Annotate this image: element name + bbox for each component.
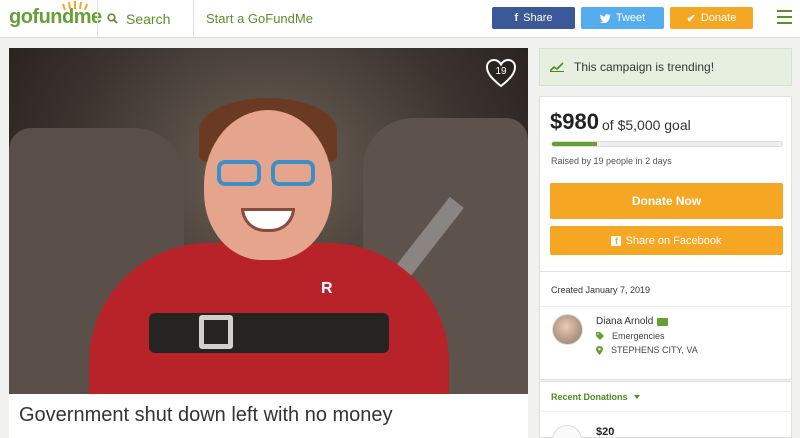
category-row: Emergencies	[596, 331, 665, 341]
location-text: STEPHENS CITY, VA	[611, 345, 698, 355]
top-navigation-bar: gofundme Search Start a GoFundMe f Share…	[0, 0, 800, 38]
donor-avatar	[552, 425, 582, 438]
divider	[540, 306, 793, 307]
campaign-title: Government shut down left with no money	[9, 394, 528, 438]
donate-now-button[interactable]: Donate Now	[550, 183, 783, 219]
share-on-facebook-button[interactable]: f Share on Facebook	[550, 226, 783, 255]
search-icon	[107, 13, 118, 24]
sun-rays-icon	[62, 1, 88, 10]
trending-chart-icon	[550, 62, 564, 72]
raised-by-text: Raised by 19 people in 2 days	[551, 156, 672, 166]
recent-donations-toggle[interactable]: Recent Donations	[551, 392, 640, 402]
donation-amount: $20	[596, 426, 615, 438]
caret-down-icon	[633, 395, 640, 399]
hamburger-menu-icon[interactable]	[777, 10, 792, 28]
glasses-right-lens	[271, 160, 315, 186]
share-label: Share	[523, 12, 553, 24]
trending-text: This campaign is trending!	[574, 60, 715, 74]
divider	[540, 411, 793, 412]
location-row: STEPHENS CITY, VA	[596, 345, 698, 355]
progress-bar	[551, 141, 783, 147]
amount-raised: $980	[550, 109, 599, 134]
facebook-icon: f	[611, 235, 622, 246]
contact-envelope-icon[interactable]	[657, 317, 669, 326]
recent-donations-label: Recent Donations	[551, 392, 628, 402]
share-facebook-label: Share on Facebook	[625, 234, 722, 247]
start-label: Start a GoFundMe	[206, 11, 313, 26]
checkmark-icon: ✔	[686, 12, 696, 25]
tweet-button[interactable]: Tweet	[581, 7, 664, 29]
twitter-bird-icon	[599, 13, 611, 23]
facebook-icon: f	[514, 12, 519, 24]
campaign-info-card: Created January 7, 2019 Diana Arnold Eme…	[539, 272, 793, 380]
progress-fill	[552, 142, 598, 146]
created-date: Created January 7, 2019	[551, 285, 651, 295]
category-link[interactable]: Emergencies	[612, 331, 665, 341]
tweet-label: Tweet	[615, 12, 646, 24]
shirt-logo: R	[321, 280, 333, 297]
donation-card: $980 of $5,000 goal Raised by 19 people …	[539, 96, 792, 272]
search-link[interactable]: Search	[97, 0, 170, 37]
recent-donations-card: Recent Donations $20	[539, 381, 793, 438]
favorite-heart-button[interactable]: 19	[485, 58, 517, 88]
organizer-avatar[interactable]	[552, 314, 583, 345]
facebook-share-button[interactable]: f Share	[492, 7, 575, 29]
search-label: Search	[126, 10, 171, 27]
location-pin-icon	[596, 345, 603, 355]
header-donate-button[interactable]: ✔ Donate	[670, 7, 753, 29]
goal-text: of $5,000 goal	[602, 117, 691, 133]
campaign-photo: R	[9, 48, 528, 394]
harness-buckle	[199, 315, 233, 349]
organizer-name[interactable]: Diana Arnold	[596, 316, 653, 327]
harness-strap	[149, 313, 389, 353]
trending-banner: This campaign is trending!	[539, 48, 792, 86]
organizer-name-row: Diana Arnold	[596, 316, 669, 327]
donate-label: Donate	[700, 12, 737, 24]
favorites-count: 19	[495, 66, 507, 77]
tag-icon	[596, 332, 604, 340]
glasses-left-lens	[217, 160, 261, 186]
gofundme-logo[interactable]: gofundme	[9, 1, 102, 29]
start-a-gofundme-link[interactable]: Start a GoFundMe	[193, 0, 313, 37]
